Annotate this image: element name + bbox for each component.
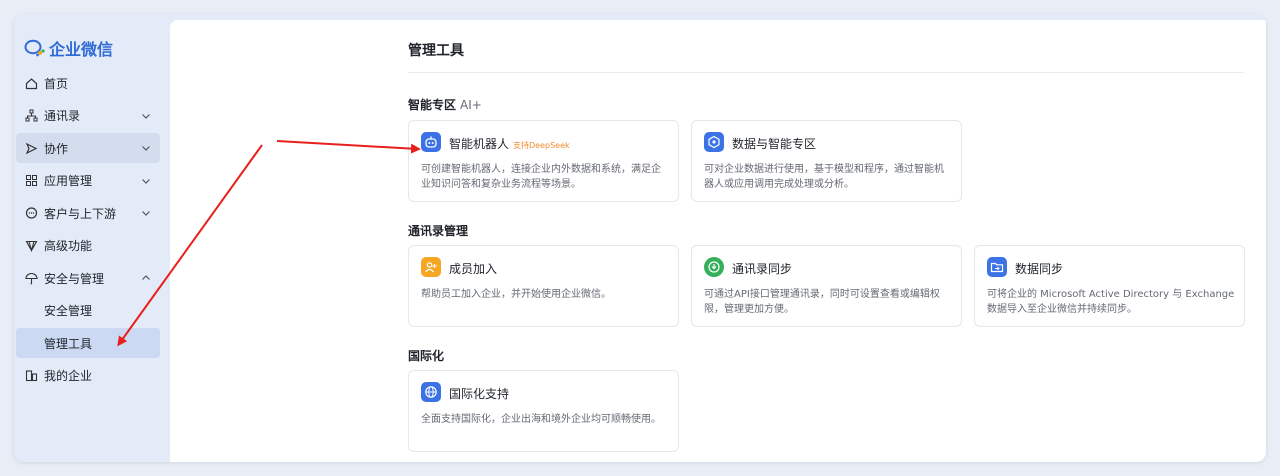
card-description: 可创建智能机器人，连接企业内外数据和系统，满足企业知识问答和复杂业务流程等场景。 [421,164,661,190]
main-content: 管理工具 智能专区 AI+ 智能机器人 支持DeepSeek 可创建智能机器人，连接… [170,20,1266,462]
globe-icon [421,382,441,402]
card-description: 可对企业数据进行使用，基于模型和程序，通过智能机器人或应用调用完成处理或分析。 [704,164,944,190]
card-title: 通讯录同步 [732,262,793,276]
sidebar-item-contacts[interactable]: 通讯录 [16,101,160,131]
sidebar-item-collaboration[interactable]: 协作 [16,133,160,163]
sidebar-item-label: 高级功能 [44,239,93,253]
sidebar-item-admin-tools[interactable]: 管理工具 [16,328,160,358]
app-window: 企业微信 首页 通讯录 协作 应用管理 客户与上下游 高级功能 安全与管理 安全… [14,14,1266,462]
chevron-up-icon [142,275,150,280]
card-description: 可将企业的 Microsoft Active Directory 与 Excha… [987,289,1235,315]
card-description: 全面支持国际化，企业出海和境外企业均可顺畅使用。 [421,414,661,425]
card-description: 帮助员工加入企业，并开始使用企业微信。 [421,289,611,300]
section-title-text: 智能专区 [408,98,457,112]
card-member-join[interactable]: 成员加入 帮助员工加入企业，并开始使用企业微信。 [408,245,679,327]
card-title: 成员加入 [449,262,498,276]
robot-icon [421,132,441,152]
sidebar-item-my-company[interactable]: 我的企业 [16,361,160,391]
sidebar-nav: 首页 通讯录 协作 应用管理 客户与上下游 高级功能 安全与管理 安全管理 管理… [16,68,160,393]
sidebar-item-customers[interactable]: 客户与上下游 [16,198,160,228]
sidebar-item-label: 首页 [44,76,69,91]
sidebar-item-label: 管理工具 [44,336,93,351]
section-title-i18n: 国际化 [408,349,445,363]
deepseek-badge: 支持DeepSeek [513,141,570,150]
sidebar-item-label: 应用管理 [44,174,93,188]
card-data-sync[interactable]: 数据同步 可将企业的 Microsoft Active Directory 与 … [974,245,1245,327]
page-title: 管理工具 [408,43,464,59]
sidebar-item-advanced[interactable]: 高级功能 [16,231,160,261]
collaboration-icon [24,141,38,155]
sidebar-item-label: 通讯录 [44,109,81,123]
card-title: 智能机器人 支持DeepSeek [449,135,570,152]
card-title-text: 智能机器人 [449,137,510,151]
sidebar-item-security-admin[interactable]: 安全与管理 [16,263,160,293]
sidebar-item-security-management[interactable]: 安全管理 [16,296,160,326]
card-i18n-support[interactable]: 国际化支持 全面支持国际化，企业出海和境外企业均可顺畅使用。 [408,370,679,452]
chevron-down-icon [142,113,150,119]
sidebar-item-label: 我的企业 [44,369,93,383]
member-join-icon [421,257,441,277]
data-sync-icon [987,257,1007,277]
home-icon [24,76,38,90]
umbrella-icon [24,271,38,285]
sidebar-item-label: 安全与管理 [44,271,105,286]
section-title-contacts: 通讯录管理 [408,224,469,238]
app-name: 企业微信 [49,40,114,59]
chevron-down-icon [142,146,150,151]
chat-bubble-icon [24,206,38,220]
card-contacts-sync[interactable]: 通讯录同步 可通过API接口管理通讯录，同时可设置查看或编辑权限，管理更加方便。 [691,245,962,327]
wecom-logo-icon [24,39,45,57]
diamond-icon [24,239,38,253]
chevron-down-icon [142,178,150,184]
title-divider [408,72,1244,73]
sidebar-item-label: 安全管理 [44,304,93,318]
app-logo[interactable]: 企业微信 [24,36,113,60]
card-data-ai-zone[interactable]: 数据与智能专区 可对企业数据进行使用，基于模型和程序，通过智能机器人或应用调用完… [691,120,962,202]
card-title: 国际化支持 [449,387,510,401]
building-icon [24,369,38,383]
sidebar-item-label: 客户与上下游 [44,206,117,221]
data-ai-icon [704,132,724,152]
org-chart-icon [24,109,38,123]
apps-grid-icon [24,174,38,188]
sidebar-item-app-management[interactable]: 应用管理 [16,166,160,196]
sidebar-item-home[interactable]: 首页 [16,68,160,98]
card-smart-robot[interactable]: 智能机器人 支持DeepSeek 可创建智能机器人，连接企业内外数据和系统，满足企… [408,120,679,202]
card-description: 可通过API接口管理通讯录，同时可设置查看或编辑权限，管理更加方便。 [704,289,940,315]
card-title: 数据同步 [1015,262,1064,276]
section-title-ai: 智能专区 AI+ [408,96,482,113]
contacts-sync-icon [704,257,724,277]
sidebar-item-label: 协作 [44,141,69,156]
card-title: 数据与智能专区 [732,137,817,151]
sidebar: 企业微信 首页 通讯录 协作 应用管理 客户与上下游 高级功能 安全与管理 安全… [14,14,170,462]
chevron-down-icon [142,211,150,216]
ai-tag: AI+ [460,98,482,112]
